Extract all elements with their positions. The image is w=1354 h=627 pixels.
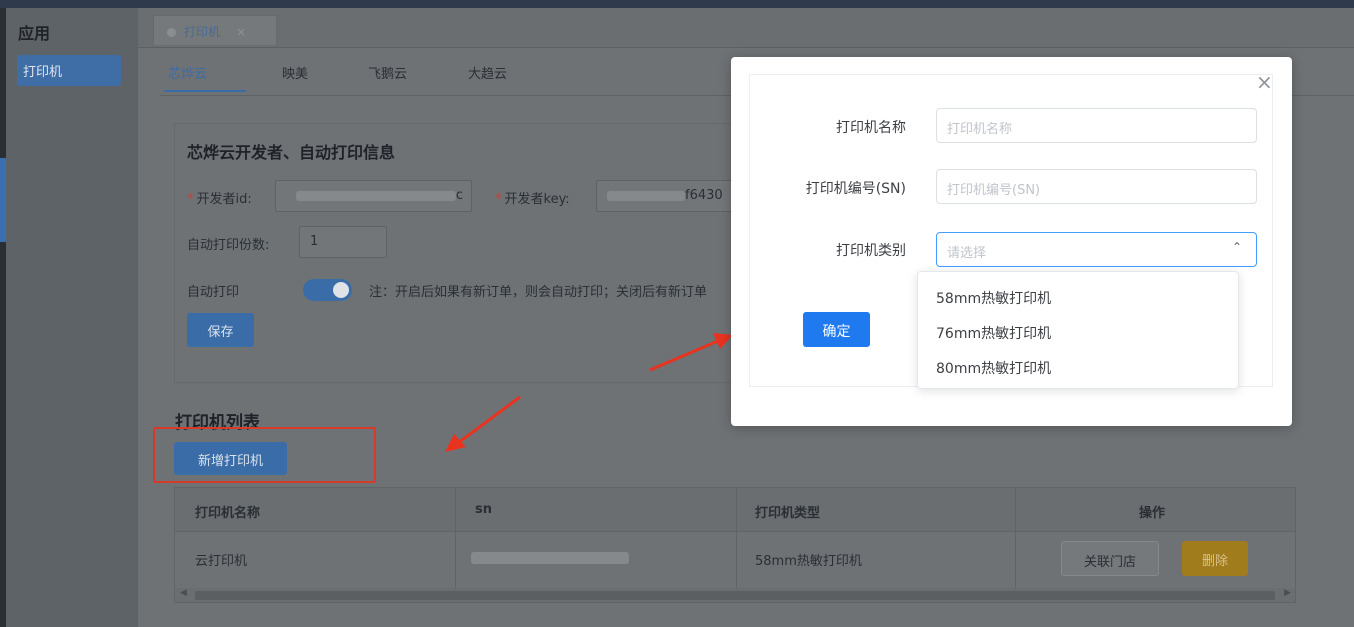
- panel-title: 芯烨云开发者、自动打印信息: [187, 143, 396, 162]
- tab-printer[interactable]: 打印机 ×: [153, 15, 277, 45]
- active-tab-underline: [164, 90, 246, 92]
- printer-type-cell: 58mm热敏打印机: [755, 554, 862, 569]
- tab-xinye[interactable]: 芯烨云: [168, 63, 207, 82]
- top-bar: [0, 0, 1354, 8]
- tab-feie[interactable]: 飞鹅云: [368, 63, 407, 82]
- sidebar: 应用 打印机: [6, 8, 138, 627]
- tab-status-dot: [167, 28, 176, 37]
- printer-type-dropdown: 58mm热敏打印机 76mm热敏打印机 80mm热敏打印机: [917, 271, 1239, 389]
- col-type: 打印机类型: [755, 506, 821, 521]
- scroll-left-icon[interactable]: ◀: [180, 588, 187, 598]
- sn-masked-cell: [471, 552, 629, 564]
- name-label: 打印机名称: [836, 120, 906, 136]
- scroll-right-icon[interactable]: ▶: [1284, 588, 1291, 598]
- col-divider: [1015, 488, 1016, 588]
- printer-type-select[interactable]: 请选择 ⌃: [936, 232, 1257, 267]
- printer-sn-input[interactable]: 打印机编号(SN): [936, 169, 1257, 204]
- chevron-up-icon: ⌃: [1231, 240, 1242, 254]
- horizontal-scrollbar[interactable]: ◀ ▶: [175, 588, 1295, 602]
- col-actions: 操作: [1139, 506, 1166, 521]
- tab-bar: 打印机 ×: [138, 8, 1354, 48]
- printer-table: 打印机名称 sn 打印机类型 操作 云打印机 58mm热敏打印机 关联门店 删除…: [174, 487, 1296, 603]
- scroll-thumb[interactable]: [195, 591, 1275, 600]
- auto-print-note: 注：开启后如果有新订单，则会自动打印；关闭后有新订单: [369, 285, 708, 300]
- col-name: 打印机名称: [195, 506, 261, 521]
- copies-input[interactable]: 1: [299, 226, 387, 258]
- toggle-knob: [333, 282, 349, 298]
- printer-name-input[interactable]: 打印机名称: [936, 108, 1257, 143]
- copies-label: 自动打印份数:: [187, 238, 270, 253]
- printer-name-cell: 云打印机: [195, 554, 248, 569]
- sn-label: 打印机编号(SN): [805, 181, 906, 197]
- col-divider: [736, 488, 737, 588]
- sidebar-title: 应用: [18, 24, 51, 43]
- delete-button[interactable]: 删除: [1182, 541, 1248, 576]
- dev-key-label: * 开发者key:: [495, 192, 570, 207]
- col-divider: [455, 488, 456, 588]
- table-header: 打印机名称 sn 打印机类型 操作: [175, 488, 1295, 532]
- dropdown-option[interactable]: 76mm热敏打印机: [936, 323, 1051, 343]
- dropdown-option[interactable]: 58mm热敏打印机: [936, 288, 1051, 308]
- select-placeholder: 请选择: [947, 246, 987, 261]
- confirm-button[interactable]: 确定: [803, 312, 870, 347]
- col-sn: sn: [475, 502, 492, 517]
- save-button[interactable]: 保存: [187, 313, 254, 347]
- add-printer-button[interactable]: 新增打印机: [174, 442, 287, 475]
- link-store-button[interactable]: 关联门店: [1061, 541, 1159, 576]
- tab-label: 打印机: [184, 25, 221, 39]
- type-label: 打印机类别: [836, 243, 906, 259]
- masked-value: [295, 190, 456, 201]
- dev-id-field[interactable]: c: [275, 180, 472, 212]
- developer-panel: 芯烨云开发者、自动打印信息 * 开发者id: c * 开发者key: f6430 自…: [174, 123, 776, 383]
- auto-print-label: 自动打印: [187, 285, 240, 300]
- dropdown-option[interactable]: 80mm热敏打印机: [936, 358, 1051, 378]
- tab-yingmei[interactable]: 映美: [282, 63, 308, 82]
- sidebar-item-printer[interactable]: 打印机: [17, 55, 121, 86]
- masked-value: [607, 190, 685, 201]
- auto-print-toggle[interactable]: [303, 279, 352, 301]
- close-icon[interactable]: ×: [236, 25, 246, 39]
- dev-id-label: * 开发者id:: [187, 192, 252, 207]
- tab-daqu[interactable]: 大趋云: [468, 63, 507, 82]
